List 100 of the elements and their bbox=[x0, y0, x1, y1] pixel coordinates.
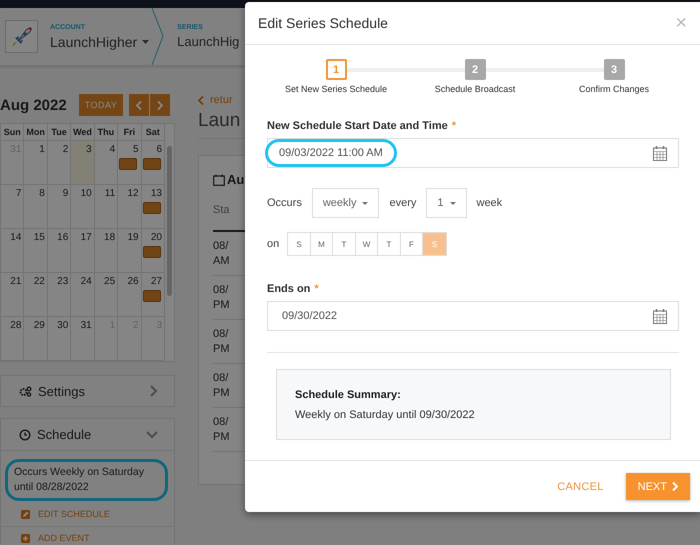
day-number: 27 bbox=[150, 276, 162, 287]
calendar-day-cell[interactable]: 7 bbox=[1, 185, 24, 228]
calendar-day-cell[interactable]: 5 bbox=[118, 141, 142, 184]
required-marker: * bbox=[314, 283, 319, 295]
day-number: 23 bbox=[57, 276, 68, 287]
table-cell: 08/ PM bbox=[213, 284, 230, 311]
day-number: 29 bbox=[34, 320, 45, 331]
calendar-day-cell[interactable]: 11 bbox=[94, 185, 118, 228]
day-number: 15 bbox=[34, 232, 45, 243]
day-number: 6 bbox=[156, 144, 162, 155]
gears-icon bbox=[19, 386, 32, 396]
calendar-day-cell[interactable]: 19 bbox=[118, 229, 142, 272]
calendar-icon bbox=[653, 146, 667, 160]
calendar-day-cell[interactable]: 4 bbox=[94, 141, 118, 184]
day-number: 25 bbox=[104, 276, 116, 287]
caret-icon bbox=[142, 40, 150, 44]
weekday-header: Fri bbox=[118, 124, 142, 140]
day-number: 10 bbox=[80, 188, 92, 199]
step-label: Schedule Broadcast bbox=[434, 84, 516, 94]
weekday-header: Thu bbox=[94, 124, 118, 140]
frequency-select[interactable]: weekly bbox=[312, 188, 380, 218]
day-number: 26 bbox=[127, 276, 139, 287]
edit-icon bbox=[21, 510, 30, 518]
calendar-day-cell[interactable]: 29 bbox=[24, 317, 48, 360]
summary-title: Schedule Summary: bbox=[295, 389, 402, 401]
calendar-icon bbox=[213, 174, 225, 186]
day-number: 16 bbox=[57, 232, 68, 243]
clock-icon bbox=[19, 428, 31, 440]
field-label: New Schedule Start Date and Time bbox=[267, 120, 448, 132]
previous-month-button[interactable] bbox=[129, 94, 150, 116]
calendar-day-cell[interactable]: 31 bbox=[71, 317, 95, 360]
weekday-header: Mon bbox=[24, 124, 48, 140]
calendar-day-cell[interactable]: 26 bbox=[118, 273, 142, 316]
schedule-description: Occurs Weekly on Saturday until 08/28/2022 bbox=[5, 459, 168, 501]
calendar-day-cell[interactable]: 25 bbox=[94, 273, 118, 316]
next-month-button[interactable] bbox=[150, 94, 170, 116]
day-number: 30 bbox=[57, 320, 68, 331]
calendar-day-cell[interactable]: 13 bbox=[142, 185, 165, 228]
chevron-left-icon bbox=[136, 100, 142, 110]
calendar-day-cell[interactable]: 27 bbox=[142, 273, 165, 316]
calendar-day-cell[interactable]: 14 bbox=[1, 229, 24, 272]
calendar-day-cell[interactable]: 28 bbox=[1, 317, 24, 360]
day-number: 14 bbox=[10, 232, 22, 243]
calendar-day-cell[interactable]: 20 bbox=[142, 229, 165, 272]
required-marker: * bbox=[452, 120, 456, 132]
weekday-header: Tue bbox=[48, 124, 72, 140]
step-label: Set New Series Schedule bbox=[284, 84, 388, 94]
calendar-day-cell[interactable]: 9 bbox=[48, 185, 72, 228]
day-number: 24 bbox=[80, 276, 92, 287]
calendar-day-cell[interactable]: 17 bbox=[71, 229, 95, 272]
calendar-day-cell[interactable]: 10 bbox=[71, 185, 95, 228]
unit-label: week bbox=[476, 197, 502, 209]
account-dropdown[interactable]: LaunchHigher bbox=[50, 34, 150, 50]
caret-icon bbox=[450, 202, 456, 204]
calendar-day-cell[interactable]: 8 bbox=[24, 185, 48, 228]
settings-panel[interactable]: Settings bbox=[0, 375, 175, 407]
panel-title: Settings bbox=[38, 384, 86, 398]
event-marker[interactable] bbox=[142, 158, 161, 170]
day-number: 9 bbox=[62, 188, 68, 199]
calendar-day-cell[interactable]: 6 bbox=[142, 141, 165, 184]
event-marker[interactable] bbox=[119, 158, 138, 170]
event-marker[interactable] bbox=[142, 246, 161, 258]
every-label: every bbox=[389, 197, 416, 209]
calendar-day-cell[interactable]: 18 bbox=[94, 229, 118, 272]
day-number: 22 bbox=[34, 276, 45, 287]
day-number: 21 bbox=[10, 276, 22, 287]
chevron-right-icon bbox=[672, 482, 678, 491]
calendar-day-cell[interactable]: 12 bbox=[118, 185, 142, 228]
plus-icon bbox=[21, 534, 30, 542]
day-number: 5 bbox=[133, 144, 139, 155]
end-date-field[interactable]: 09/30/2022 bbox=[267, 301, 679, 331]
calendar-day-cell[interactable]: 15 bbox=[24, 229, 48, 272]
calendar-month-title: Aug 2022 bbox=[0, 96, 67, 114]
interval-select[interactable]: 1 bbox=[426, 188, 466, 218]
calendar-day-cell[interactable]: 30 bbox=[48, 317, 72, 360]
rocket-logo-icon bbox=[5, 20, 38, 53]
table-cell: 08/ AM bbox=[213, 240, 230, 267]
calendar-day-cell[interactable]: 24 bbox=[71, 273, 95, 316]
day-number: 8 bbox=[39, 188, 45, 199]
calendar-day-cell[interactable]: 23 bbox=[48, 273, 72, 316]
day-number: 18 bbox=[104, 232, 116, 243]
day-number: 12 bbox=[127, 188, 139, 199]
day-number: 17 bbox=[80, 232, 92, 243]
event-marker[interactable] bbox=[142, 290, 161, 302]
table-cell: 08/ PM bbox=[213, 416, 230, 443]
day-number: 1 bbox=[39, 144, 45, 155]
dialog-title: Edit Series Schedule bbox=[258, 15, 388, 31]
calendar-day-cell[interactable]: 22 bbox=[24, 273, 48, 316]
field-value: 09/30/2022 bbox=[281, 309, 338, 324]
summary-text: Weekly on Saturday until 09/30/2022 bbox=[295, 409, 476, 421]
calendar-day-cell[interactable]: 21 bbox=[1, 273, 24, 316]
event-marker[interactable] bbox=[142, 202, 161, 214]
field-value: 09/03/2022 11:00 AM bbox=[265, 139, 397, 167]
weekday-header: Wed bbox=[71, 124, 95, 140]
calendar-day-cell[interactable]: 1 bbox=[24, 141, 48, 184]
calendar-day-cell[interactable]: 3 bbox=[71, 141, 95, 184]
calendar-day-cell[interactable]: 16 bbox=[48, 229, 72, 272]
start-date-field[interactable]: 09/03/2022 11:00 AM bbox=[267, 138, 679, 168]
calendar-icon bbox=[653, 308, 667, 324]
day-number: 4 bbox=[110, 144, 116, 155]
